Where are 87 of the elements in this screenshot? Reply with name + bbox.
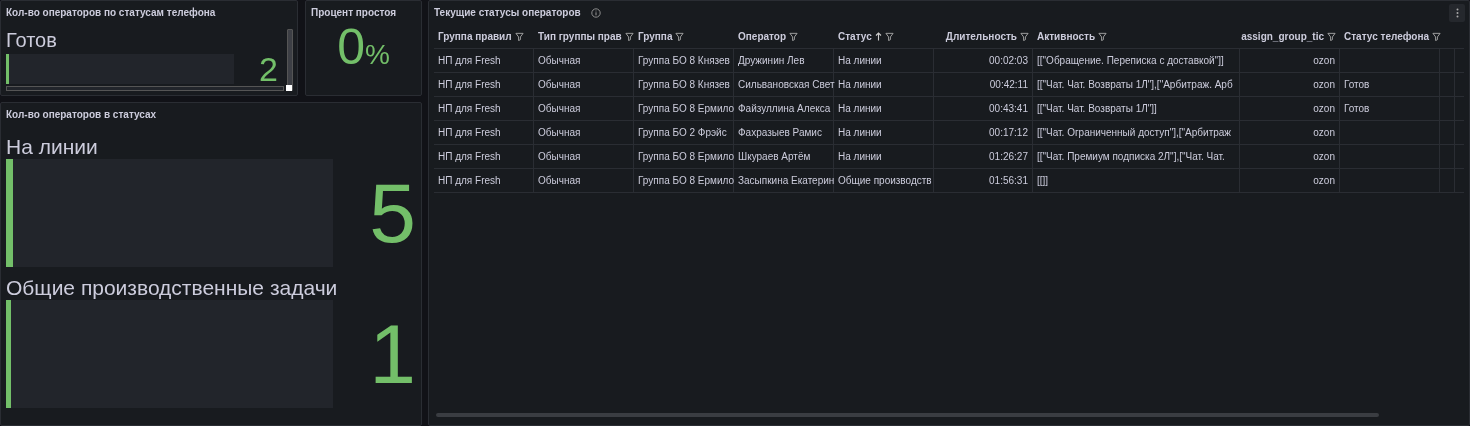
gauge-value: 1 xyxy=(368,312,416,397)
table-cell: 01:56:31 xyxy=(934,169,1033,192)
table-cell: Обычная xyxy=(534,73,634,96)
table-cell: Дружинин Лев xyxy=(734,49,834,72)
table-cell: Группа БО 2 Фрэйс xyxy=(634,121,734,144)
table-cell: НП для Fresh xyxy=(434,73,534,96)
table-cell: Файзуллина Алекса xyxy=(734,97,834,120)
resize-handle[interactable] xyxy=(286,85,292,91)
table-cell: ozon xyxy=(1240,169,1340,192)
table-cell: 00:02:03 xyxy=(934,49,1033,72)
table-cell: Готов xyxy=(1340,97,1440,120)
filter-icon[interactable] xyxy=(789,31,799,41)
table-cell: ozon xyxy=(1240,73,1340,96)
table-cell: На линии xyxy=(834,97,934,120)
percent-unit: % xyxy=(364,39,390,71)
panel-title: Процент простоя xyxy=(310,6,398,18)
gauge-value: 5 xyxy=(368,171,416,256)
table-cell: Группа БО 8 Ермило xyxy=(634,169,734,192)
table-cell: На линии xyxy=(834,73,934,96)
column-header[interactable]: Группа правил xyxy=(434,30,534,42)
filter-icon[interactable] xyxy=(1020,31,1029,41)
column-header[interactable]: Тип группы прав xyxy=(534,30,634,42)
table-cell: Шкураев Артём xyxy=(734,145,834,168)
table-cell: [["Чат. Ограниченный доступ"],["Арбитраж xyxy=(1033,121,1240,144)
column-header[interactable]: assign_group_tic xyxy=(1240,30,1340,42)
scrollbar[interactable] xyxy=(436,413,1379,417)
table-cell: 00:43:41 xyxy=(934,97,1033,120)
table-cell: НП для Fresh xyxy=(434,121,534,144)
scrollbar[interactable] xyxy=(6,86,284,91)
filter-icon[interactable] xyxy=(675,31,685,41)
table-cell: Засыпкина Екатерин xyxy=(734,169,834,192)
table-cell: Общие производств xyxy=(834,169,934,192)
table-cell: Обычная xyxy=(534,49,634,72)
table-cell: [["Чат. Чат. Возвраты 1Л"],["Арбитраж. Арб xyxy=(1033,73,1240,96)
table-cell: Обычная xyxy=(534,121,634,144)
table-cell: НП для Fresh xyxy=(434,169,534,192)
sort-up-icon[interactable] xyxy=(874,31,882,41)
table-cell: Группа БО 8 Ермило xyxy=(634,145,734,168)
table-cell: ozon xyxy=(1240,145,1340,168)
table-cell: Обычная xyxy=(534,97,634,120)
table-cell: НП для Fresh xyxy=(434,97,534,120)
gauge-value: 2 xyxy=(258,52,278,86)
table-cell: Обычная xyxy=(534,145,634,168)
table-cell: Группа БО 8 Ермило xyxy=(634,97,734,120)
column-header[interactable]: Статус телефона xyxy=(1340,30,1440,42)
info-icon[interactable] xyxy=(590,7,601,18)
table-cell: [["Обращение. Переписка с доставкой"]] xyxy=(1033,49,1240,72)
table-cell: Группа БО 8 Князев xyxy=(634,73,734,96)
filter-icon[interactable] xyxy=(1432,31,1442,41)
table-cell: Сильвановская Свет xyxy=(734,73,834,96)
table-cell: Группа БО 8 Князев xyxy=(634,49,734,72)
percent-value: 0 xyxy=(337,22,365,72)
table-cell: Готов xyxy=(1340,73,1440,96)
gauge-label: Общие производственные задачи xyxy=(5,275,339,301)
column-header[interactable]: Активность xyxy=(1033,30,1240,42)
table-cell: На линии xyxy=(834,121,934,144)
filter-icon[interactable] xyxy=(884,31,894,41)
table-cell: Фахразыев Рамис xyxy=(734,121,834,144)
table-cell: Обычная xyxy=(534,169,634,192)
table-cell: На линии xyxy=(834,49,934,72)
column-header[interactable]: Оператор xyxy=(734,30,834,42)
scrollbar[interactable] xyxy=(287,29,293,91)
filter-icon[interactable] xyxy=(514,31,524,41)
table-cell: НП для Fresh xyxy=(434,145,534,168)
table-cell: ozon xyxy=(1240,49,1340,72)
column-header[interactable]: Статус xyxy=(834,30,934,42)
table-cell: 00:42:11 xyxy=(934,73,1033,96)
table-cell: На линии xyxy=(834,145,934,168)
gauge-label: На линии xyxy=(5,134,99,160)
filter-icon[interactable] xyxy=(1098,31,1108,41)
table-cell: ozon xyxy=(1240,97,1340,120)
table-cell: ozon xyxy=(1240,121,1340,144)
table-cell: НП для Fresh xyxy=(434,49,534,72)
filter-icon[interactable] xyxy=(624,31,634,41)
table-cell: [["Чат. Премиум подписка 2Л"],["Чат. Чат. xyxy=(1033,145,1240,168)
table-cell: [["Чат. Чат. Возвраты 1Л"]] xyxy=(1033,97,1240,120)
table-cell: 01:26:27 xyxy=(934,145,1033,168)
panel-title: Текущие статусы операторов xyxy=(434,7,581,18)
gauge-label: Готов xyxy=(5,28,58,52)
column-header[interactable]: Длительность xyxy=(934,30,1033,42)
panel-title: Кол-во операторов по статусам телефона xyxy=(5,6,217,18)
column-header[interactable]: Группа xyxy=(634,30,734,42)
menu-icon[interactable] xyxy=(1455,8,1459,18)
table-cell: 00:17:12 xyxy=(934,121,1033,144)
table-cell: [[]] xyxy=(1033,169,1240,192)
filter-icon[interactable] xyxy=(1327,31,1336,41)
panel-title: Кол-во операторов в статусах xyxy=(5,108,158,120)
